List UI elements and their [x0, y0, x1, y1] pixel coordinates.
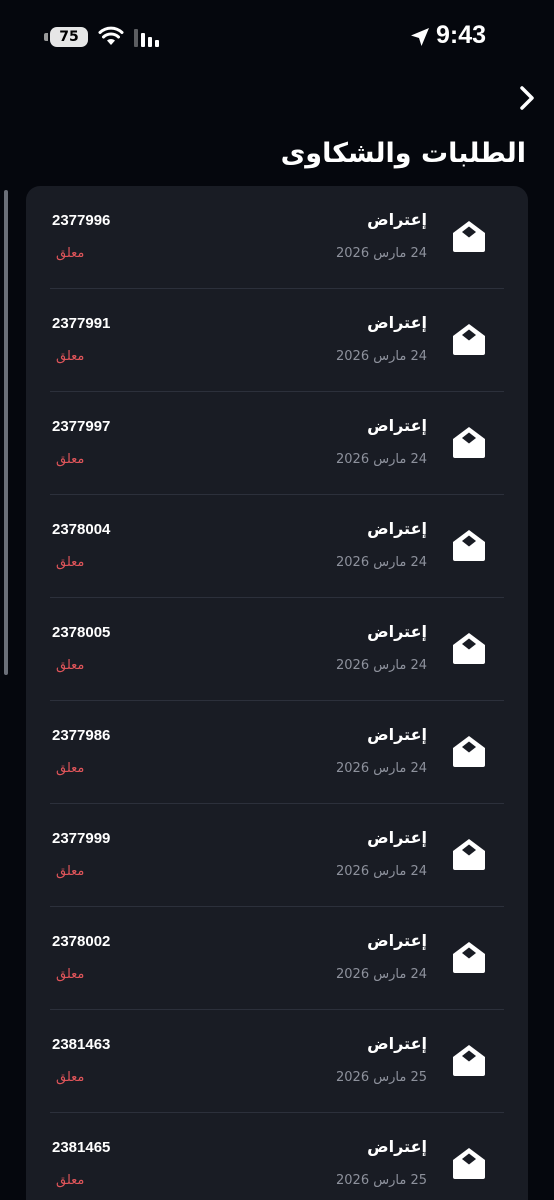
request-type: إعتراض — [367, 519, 427, 538]
list-item[interactable]: إعتراض 25 مارس 2026 2381465 معلق — [26, 1113, 528, 1200]
page-title: الطلبات والشكاوى — [280, 138, 526, 169]
requests-complaints-screen: 75 9:43 الطلبات والشكاوى إعتراض 24 مارس … — [0, 0, 554, 1200]
request-date: 24 مارس 2026 — [336, 864, 427, 879]
open-envelope-icon — [453, 839, 485, 870]
back-button[interactable] — [513, 84, 541, 112]
open-envelope-icon — [453, 530, 485, 561]
status-badge: معلق — [56, 452, 85, 467]
request-type: إعتراض — [367, 725, 427, 744]
battery-icon: 75 — [50, 27, 88, 47]
open-envelope-icon — [453, 942, 485, 973]
open-envelope-icon — [453, 427, 485, 458]
open-envelope-icon — [453, 1148, 485, 1179]
list-item[interactable]: إعتراض 24 مارس 2026 2378004 معلق — [26, 495, 528, 598]
request-type: إعتراض — [367, 1137, 427, 1156]
location-arrow-icon — [411, 28, 429, 46]
request-date: 24 مارس 2026 — [336, 555, 427, 570]
list-item[interactable]: إعتراض 24 مارس 2026 2377991 معلق — [26, 289, 528, 392]
request-id: 2381463 — [52, 1036, 111, 1053]
request-id: 2377996 — [52, 212, 111, 229]
request-id: 2377986 — [52, 727, 111, 744]
request-id: 2381465 — [52, 1139, 111, 1156]
wifi-icon — [98, 26, 124, 45]
request-id: 2378004 — [52, 521, 111, 538]
request-date: 25 مارس 2026 — [336, 1070, 427, 1085]
open-envelope-icon — [453, 324, 485, 355]
list-item[interactable]: إعتراض 24 مارس 2026 2377986 معلق — [26, 701, 528, 804]
request-type: إعتراض — [367, 210, 427, 229]
status-badge: معلق — [56, 658, 85, 673]
request-type: إعتراض — [367, 416, 427, 435]
list-item[interactable]: إعتراض 24 مارس 2026 2377997 معلق — [26, 392, 528, 495]
request-id: 2377999 — [52, 830, 111, 847]
chevron-right-icon — [520, 86, 534, 110]
request-type: إعتراض — [367, 931, 427, 950]
status-badge: معلق — [56, 864, 85, 879]
status-badge: معلق — [56, 967, 85, 982]
status-time: 9:43 — [436, 21, 487, 49]
status-badge: معلق — [56, 555, 85, 570]
request-id: 2377991 — [52, 315, 111, 332]
requests-list: إعتراض 24 مارس 2026 2377996 معلق إعتراض … — [26, 186, 528, 1200]
open-envelope-icon — [453, 736, 485, 767]
list-item[interactable]: إعتراض 24 مارس 2026 2377999 معلق — [26, 804, 528, 907]
request-type: إعتراض — [367, 828, 427, 847]
status-badge: معلق — [56, 246, 85, 261]
status-badge: معلق — [56, 349, 85, 364]
list-item[interactable]: إعتراض 25 مارس 2026 2381463 معلق — [26, 1010, 528, 1113]
list-item[interactable]: إعتراض 24 مارس 2026 2378002 معلق — [26, 907, 528, 1010]
status-badge: معلق — [56, 761, 85, 776]
request-id: 2378002 — [52, 933, 111, 950]
request-date: 25 مارس 2026 — [336, 1173, 427, 1188]
request-date: 24 مارس 2026 — [336, 246, 427, 261]
signal-icon — [134, 29, 159, 47]
open-envelope-icon — [453, 633, 485, 664]
list-item[interactable]: إعتراض 24 مارس 2026 2378005 معلق — [26, 598, 528, 701]
request-type: إعتراض — [367, 313, 427, 332]
request-id: 2378005 — [52, 624, 111, 641]
status-badge: معلق — [56, 1070, 85, 1085]
battery-tip — [44, 33, 48, 41]
battery-level: 75 — [59, 29, 79, 45]
request-date: 24 مارس 2026 — [336, 967, 427, 982]
open-envelope-icon — [453, 1045, 485, 1076]
request-date: 24 مارس 2026 — [336, 349, 427, 364]
request-type: إعتراض — [367, 622, 427, 641]
list-item[interactable]: إعتراض 24 مارس 2026 2377996 معلق — [26, 186, 528, 289]
request-type: إعتراض — [367, 1034, 427, 1053]
status-badge: معلق — [56, 1173, 85, 1188]
request-date: 24 مارس 2026 — [336, 658, 427, 673]
open-envelope-icon — [453, 221, 485, 252]
request-id: 2377997 — [52, 418, 111, 435]
request-date: 24 مارس 2026 — [336, 452, 427, 467]
status-bar: 75 9:43 — [0, 0, 554, 74]
scroll-indicator[interactable] — [4, 190, 8, 675]
request-date: 24 مارس 2026 — [336, 761, 427, 776]
